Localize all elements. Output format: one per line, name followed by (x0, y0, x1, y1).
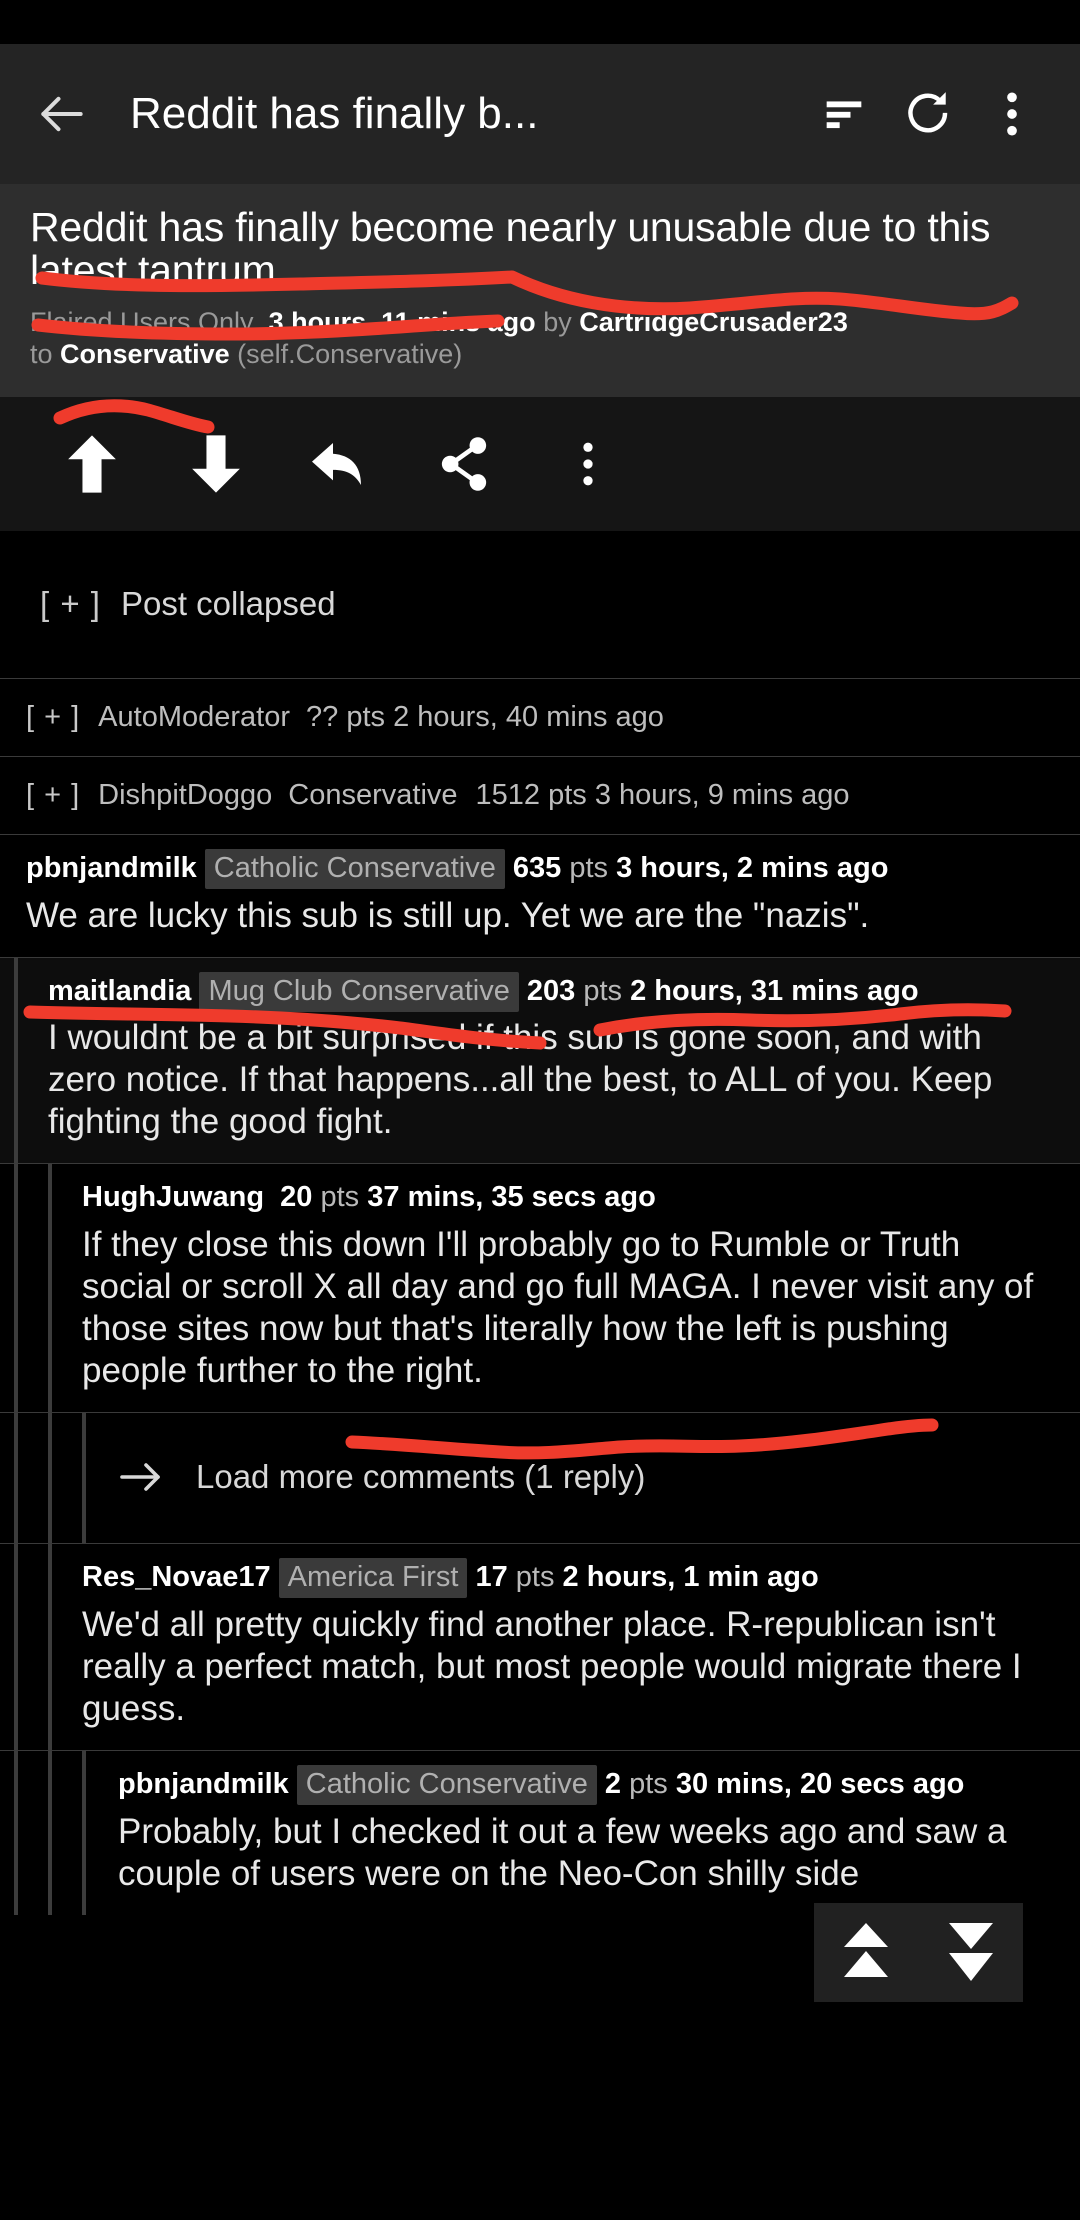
back-arrow-icon[interactable] (30, 72, 94, 156)
indent-bar (14, 1751, 18, 1916)
comment-collapse-toggle[interactable]: [ + ] (26, 779, 80, 812)
floating-scroll-nav (814, 1903, 1023, 2002)
share-button[interactable] (402, 414, 526, 514)
comment-collapsed-automoderator[interactable]: [ + ] AutoModerator ?? pts 2 hours, 40 m… (0, 679, 1080, 756)
indent-bar (48, 1751, 52, 1916)
comment-collapse-toggle[interactable]: [ + ] (26, 701, 80, 734)
comment-row[interactable]: HughJuwang 20 pts 37 mins, 35 secs ago I… (0, 1164, 1080, 1414)
comment-time: 30 mins, 20 secs ago (675, 1768, 965, 1801)
comment-header: maitlandia Mug Club Conservative 203 pts 2… (48, 971, 1054, 1012)
indent-bar (48, 1544, 52, 1751)
load-more-comments-button[interactable]: Load more comments (1 reply) (0, 1413, 1080, 1543)
comment-header: Res_Novae17 America First 17 pts 2 hours, … (82, 1558, 1054, 1599)
post-meta: Flaired Users Only 3 hours, 11 mins ago … (30, 307, 1050, 371)
comment-collapsed-dishpitdoggo[interactable]: [ + ] DishpitDoggo Conservative 1512 pts… (0, 757, 1080, 834)
indent-bar (14, 1413, 18, 1544)
comment-score: 1512 pts (475, 778, 587, 811)
comment-header: pbnjandmilk Catholic Conservative 2 pts 30… (118, 1765, 1054, 1806)
comment-author[interactable]: pbnjandmilk (26, 852, 197, 884)
comment-body: I wouldnt be a bit surprised if this sub… (48, 1018, 993, 1142)
comment-header: HughJuwang 20 pts 37 mins, 35 secs ago (82, 1181, 1054, 1214)
refresh-icon[interactable] (886, 72, 970, 156)
indent-bar (14, 1164, 18, 1413)
comment-pts-label: pts (569, 851, 609, 884)
comment-author[interactable]: AutoModerator (98, 701, 290, 734)
comment-row[interactable]: pbnjandmilk Catholic Conservative 635 pts … (0, 834, 1080, 958)
right-arrow-icon (118, 1457, 166, 1497)
comment-body: We are lucky this sub is still up. Yet w… (26, 895, 870, 935)
post-time: 3 hours, 11 mins ago (268, 306, 536, 337)
post-domain: (self.Conservative) (237, 338, 463, 369)
comment-score: 2 (604, 1768, 622, 1801)
comment-author[interactable]: pbnjandmilk (118, 1768, 289, 1800)
comment-pts-label: pts (515, 1561, 555, 1594)
comment-time: 2 hours, 31 mins ago (630, 974, 919, 1007)
post-header[interactable]: Reddit has finally become nearly unusabl… (0, 184, 1080, 397)
comment-row[interactable]: [ + ] AutoModerator ?? pts 2 hours, 40 m… (0, 678, 1080, 757)
comment-score: 203 (526, 974, 576, 1007)
indent-bar (48, 1164, 52, 1413)
comment-time: 2 hours, 40 mins ago (393, 700, 664, 733)
status-bar (0, 0, 1080, 44)
post-flair: Flaired Users Only (30, 306, 254, 337)
indent-bar (14, 1544, 18, 1751)
comment-flair: America First (278, 1558, 468, 1599)
comment-pts-label: pts (320, 1181, 360, 1214)
indent-bar (48, 1413, 52, 1544)
comment-row[interactable]: [ + ] DishpitDoggo Conservative 1512 pts… (0, 756, 1080, 835)
post-overflow-button[interactable] (526, 414, 650, 514)
upvote-button[interactable] (30, 414, 154, 514)
comment-row[interactable]: pbnjandmilk Catholic Conservative 2 pts 30… (0, 1751, 1080, 1916)
comment-row[interactable]: Res_Novae17 America First 17 pts 2 hours, … (0, 1544, 1080, 1752)
indent-bar (82, 1413, 86, 1544)
comment-pts-label: pts (583, 974, 622, 1007)
comment-time: 3 hours, 9 mins ago (594, 778, 850, 811)
comment-body: Probably, but I checked it out a few wee… (118, 1812, 1007, 1894)
comment-score: 17 (475, 1561, 508, 1594)
double-chevron-up-icon[interactable] (827, 1909, 905, 1997)
post-collapse-toggle[interactable]: [ + ] (40, 585, 101, 623)
post-subreddit[interactable]: Conservative (60, 339, 230, 369)
load-more-row[interactable]: Load more comments (1 reply) (0, 1413, 1080, 1545)
comment-author[interactable]: Res_Novae17 (82, 1561, 271, 1593)
post-collapsed-label: Post collapsed (120, 585, 336, 623)
reply-button[interactable] (278, 414, 402, 514)
indent-bar (82, 1751, 86, 1916)
comment-row[interactable]: maitlandia Mug Club Conservative 203 pts 2… (0, 957, 1080, 1165)
downvote-button[interactable] (154, 414, 278, 514)
indent-bar (14, 957, 18, 1164)
reddit-post-screen: Reddit has finally b... Reddit has final… (0, 0, 1080, 2220)
post-by-label: by (543, 306, 572, 337)
comment-time: 3 hours, 2 mins ago (616, 851, 889, 884)
sort-icon[interactable] (802, 72, 886, 156)
comment-flair: Mug Club Conservative (199, 971, 519, 1012)
comment-author[interactable]: HughJuwang (82, 1181, 264, 1213)
comment-pts-label: pts (629, 1768, 668, 1801)
post-title: Reddit has finally become nearly unusabl… (30, 204, 991, 294)
comment-score: 20 (280, 1181, 313, 1214)
post-collapsed-row[interactable]: [ + ] Post collapsed (0, 530, 1080, 679)
comment-header: pbnjandmilk Catholic Conservative 635 pts … (26, 848, 1054, 889)
comment-score: ?? pts (306, 700, 385, 733)
post-action-bar (0, 396, 1080, 531)
comment-score: 635 (512, 851, 562, 884)
comment-flair: Catholic Conservative (204, 848, 505, 889)
comment-body: If they close this down I'll probably go… (82, 1225, 1034, 1391)
comment-time: 37 mins, 35 secs ago (367, 1181, 656, 1214)
page-title: Reddit has finally b... (130, 89, 539, 138)
app-bar: Reddit has finally b... (0, 44, 1080, 184)
post-to-label: to (30, 338, 53, 369)
comment-flair: Conservative (288, 778, 458, 811)
bottom-nav-bar (0, 2101, 1080, 2220)
comment-author[interactable]: maitlandia (48, 975, 191, 1007)
overflow-menu-icon[interactable] (970, 72, 1054, 156)
comment-body: We'd all pretty quickly find another pla… (82, 1605, 1022, 1729)
comment-author[interactable]: DishpitDoggo (98, 779, 272, 812)
comment-flair: Catholic Conservative (296, 1765, 597, 1806)
post-author[interactable]: CartridgeCrusader23 (579, 307, 848, 337)
double-chevron-down-icon[interactable] (932, 1909, 1010, 1997)
load-more-label: Load more comments (1 reply) (196, 1458, 646, 1496)
comment-time: 2 hours, 1 min ago (562, 1561, 819, 1594)
